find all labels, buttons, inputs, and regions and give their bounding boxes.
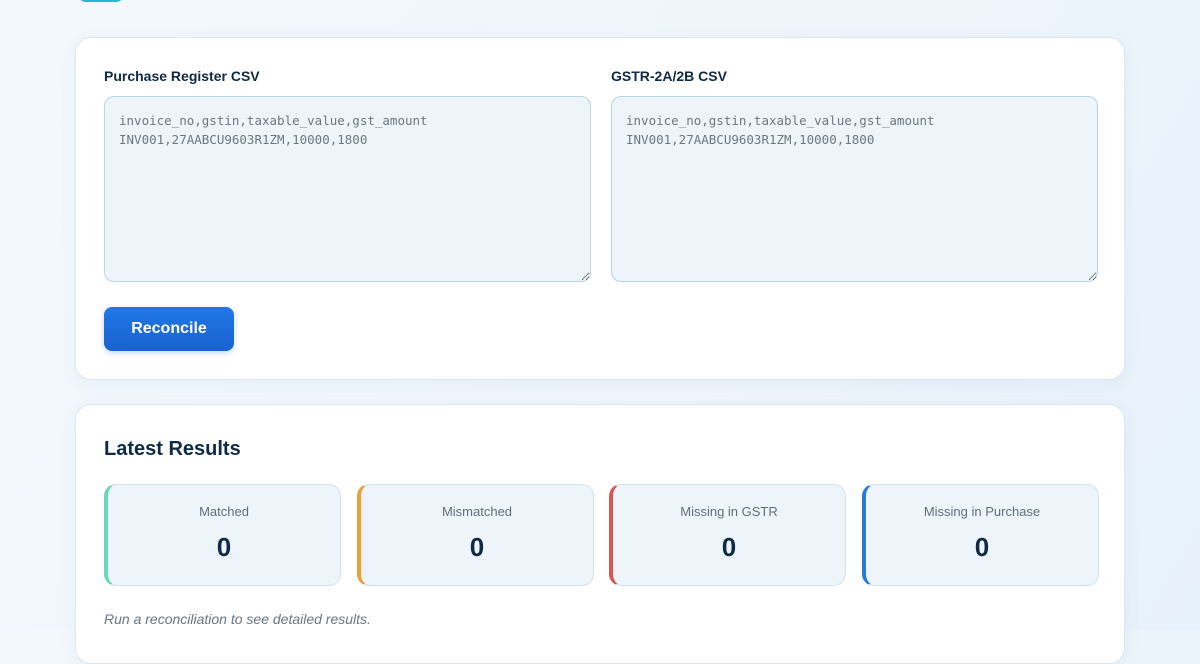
stats-row: Matched 0 Mismatched 0 Missing in GSTR 0…	[104, 484, 1099, 586]
header-remnant	[0, 0, 1200, 14]
input-card: Purchase Register CSV GSTR-2A/2B CSV Rec…	[75, 37, 1125, 380]
gstr-label: GSTR-2A/2B CSV	[611, 68, 727, 84]
stat-value: 0	[974, 532, 990, 562]
results-card: Latest Results Matched 0 Mismatched 0 Mi…	[75, 404, 1125, 664]
purchase-register-label: Purchase Register CSV	[104, 68, 260, 84]
gstr-input[interactable]	[611, 96, 1098, 282]
gstr-field: GSTR-2A/2B CSV	[611, 68, 1098, 287]
reconcile-button[interactable]: Reconcile	[104, 307, 234, 351]
stat-label: Matched	[199, 504, 249, 519]
results-title: Latest Results	[104, 438, 241, 460]
purchase-register-input[interactable]	[104, 96, 591, 282]
results-hint: Run a reconciliation to see detailed res…	[104, 611, 371, 627]
stat-label: Mismatched	[441, 504, 513, 519]
stat-matched: Matched 0	[104, 484, 341, 586]
purchase-register-field: Purchase Register CSV	[104, 68, 591, 287]
stat-missing-in-purchase: Missing in Purchase 0	[862, 484, 1099, 586]
stat-missing-in-gstr: Missing in GSTR 0	[609, 484, 846, 586]
stat-mismatched: Mismatched 0	[357, 484, 594, 586]
stat-value: 0	[216, 532, 232, 562]
stat-value: 0	[721, 532, 737, 562]
stat-label: Missing in Purchase	[923, 504, 1041, 519]
stat-label: Missing in GSTR	[680, 504, 778, 519]
header-badge	[78, 0, 124, 2]
stat-value: 0	[469, 532, 485, 562]
